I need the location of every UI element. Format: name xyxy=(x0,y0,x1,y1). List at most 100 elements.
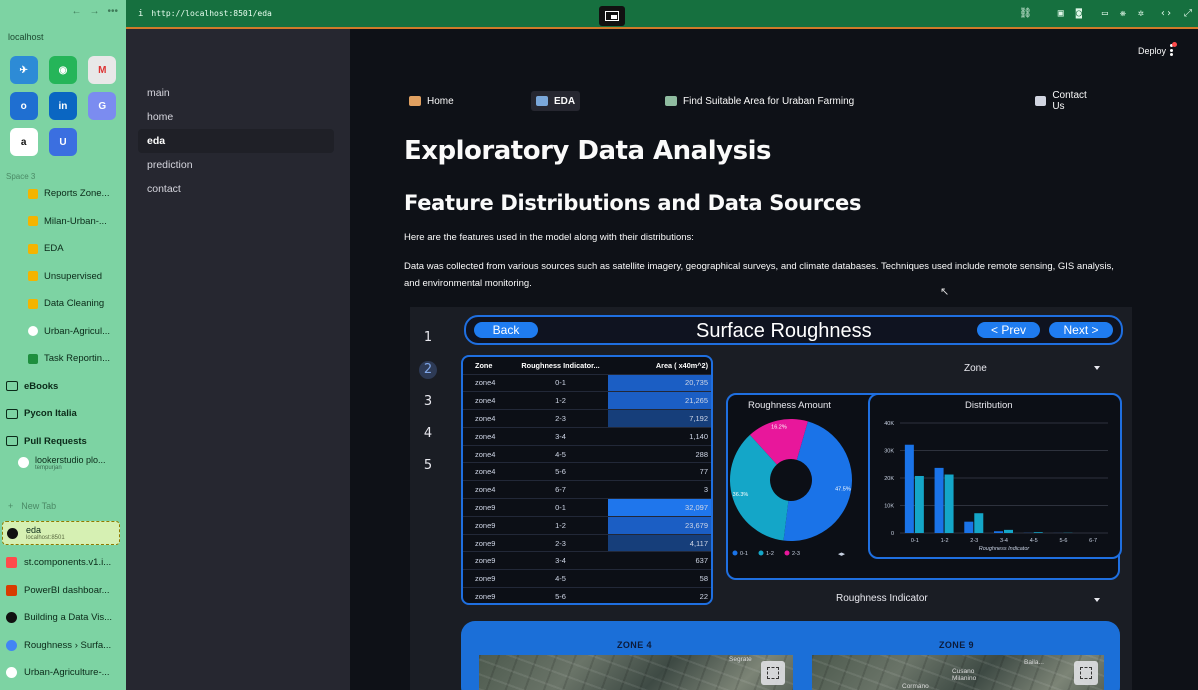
capture-icon[interactable]: ▣ xyxy=(1058,8,1064,19)
pinned-tab[interactable]: Unsupervised xyxy=(0,263,126,291)
bar-2-3-series-1[interactable] xyxy=(974,513,984,533)
nav-item-home[interactable]: home xyxy=(138,105,334,129)
column-header[interactable]: Roughness Indicator... xyxy=(513,357,608,374)
link-icon[interactable]: ⛓ xyxy=(1019,8,1032,19)
back-button[interactable]: Back xyxy=(474,322,538,338)
extension-icon[interactable]: ❋ xyxy=(1120,8,1126,19)
bar-1-2-series-1[interactable] xyxy=(944,474,954,533)
topnav-contact[interactable]: Contact Us xyxy=(1030,90,1104,112)
main-menu-icon[interactable] xyxy=(1170,42,1177,56)
zone-9-map[interactable]: Baila... Cusano Milanino Cormano xyxy=(812,655,1104,690)
topnav-home[interactable]: Home xyxy=(404,91,459,111)
nav-item-prediction[interactable]: prediction xyxy=(138,153,334,177)
topnav-eda[interactable]: EDA xyxy=(531,91,581,111)
table-row[interactable]: zone9 0-1 32,097 xyxy=(463,498,711,517)
browser-tab[interactable]: PowerBI dashboar... xyxy=(0,577,126,605)
table-row[interactable]: zone9 4-5 58 xyxy=(463,569,711,588)
table-row[interactable]: zone4 4-5 288 xyxy=(463,444,711,463)
active-tab-eda[interactable]: eda localhost:8501 xyxy=(2,521,120,545)
bar-0-1-series-0[interactable] xyxy=(904,444,914,533)
translate-icon[interactable]: G xyxy=(88,92,117,120)
info-icon[interactable]: i xyxy=(138,9,143,19)
sources-text: Data was collected from various sources … xyxy=(404,261,1114,289)
report-page-4[interactable]: 4 xyxy=(419,425,437,443)
folder-pycon[interactable]: Pycon Italia xyxy=(0,400,126,428)
picture-in-picture-icon[interactable] xyxy=(599,6,625,26)
table-row[interactable]: zone4 1-2 21,265 xyxy=(463,391,711,410)
outlook-icon[interactable]: o xyxy=(9,92,38,120)
next-button[interactable]: Next > xyxy=(1049,322,1113,338)
bar-1-2-series-0[interactable] xyxy=(934,467,944,533)
nav-item-contact[interactable]: contact xyxy=(138,177,334,201)
table-row[interactable]: zone4 6-7 3 xyxy=(463,480,711,499)
table-cell-area: 3 xyxy=(608,480,711,499)
report-page-5[interactable]: 5 xyxy=(419,457,437,475)
pinned-tab[interactable]: Reports Zone... xyxy=(0,180,126,208)
pinned-tab[interactable]: Urban-Agricul... xyxy=(0,318,126,346)
new-tab-button[interactable]: + New Tab xyxy=(0,495,126,517)
nav-item-main[interactable]: main xyxy=(138,81,334,105)
bar-3-4-series-0[interactable] xyxy=(994,531,1003,533)
report-page-2[interactable]: 2 xyxy=(419,361,437,379)
trello-icon[interactable]: U xyxy=(48,128,77,156)
table-row[interactable]: zone9 5-6 22 xyxy=(463,587,711,603)
browser-tab[interactable]: st.components.v1.i... xyxy=(0,549,126,577)
whatsapp-icon[interactable]: ◉ xyxy=(48,56,77,84)
nav-item-eda[interactable]: eda xyxy=(138,129,334,153)
amazon-icon[interactable]: a xyxy=(9,128,38,156)
pinned-tab[interactable]: Task Reportin... xyxy=(0,345,126,373)
zone-4-map[interactable]: Segrate xyxy=(479,655,793,690)
pinned-tab[interactable]: EDA xyxy=(0,235,126,263)
table-cell-ri: 5-6 xyxy=(513,462,608,481)
telegram-icon[interactable]: ✈ xyxy=(9,56,38,84)
prev-button[interactable]: < Prev xyxy=(977,322,1040,338)
table-row[interactable]: zone9 1-2 23,679 xyxy=(463,515,711,535)
back-arrow-icon[interactable]: ← xyxy=(71,6,81,17)
table-row[interactable]: zone9 3-4 637 xyxy=(463,551,711,570)
table-row[interactable]: zone4 5-6 77 xyxy=(463,462,711,481)
camera-icon[interactable]: ◙ xyxy=(1076,8,1082,19)
table-cell-area: 32,097 xyxy=(608,498,711,517)
table-cell-ri: 5-6 xyxy=(513,587,608,603)
focus-mode-icon[interactable] xyxy=(761,661,785,685)
bar-3-4-series-1[interactable] xyxy=(1004,529,1013,533)
settings-icon[interactable]: ✲ xyxy=(1138,8,1144,19)
folder-ebooks[interactable]: eBooks xyxy=(0,373,126,401)
sidebar-toggle-icon[interactable]: ▭ xyxy=(1102,8,1108,19)
more-icon[interactable]: ••• xyxy=(107,6,118,17)
pull-request-item[interactable]: lookerstudio plo... tempurjan xyxy=(0,455,126,485)
forward-arrow-icon[interactable]: → xyxy=(89,6,99,17)
bar-0-1-series-1[interactable] xyxy=(914,475,924,533)
pinned-tab[interactable]: Milan-Urban-... xyxy=(0,208,126,236)
table-row[interactable]: zone9 2-3 4,117 xyxy=(463,533,711,552)
streamlit-icon xyxy=(7,527,18,539)
browser-tab[interactable]: Roughness › Surfa... xyxy=(0,632,126,660)
gmail-icon[interactable]: M xyxy=(88,56,117,84)
developer-icon[interactable]: ‹› xyxy=(1160,8,1172,19)
table-row[interactable]: zone4 2-3 7,192 xyxy=(463,409,711,428)
browser-tab[interactable]: Urban-Agriculture-... xyxy=(0,659,126,687)
drive-icon xyxy=(28,243,38,254)
x-tick-label: 2-3 xyxy=(970,538,978,544)
expand-icon[interactable]: ⤢ xyxy=(1184,8,1192,19)
table-row[interactable]: zone4 3-4 1,140 xyxy=(463,426,711,446)
report-page-1[interactable]: 1 xyxy=(419,329,437,347)
browser-tab[interactable]: Building a Data Vis... xyxy=(0,604,126,632)
focus-mode-icon[interactable] xyxy=(1074,661,1098,685)
zone-slicer[interactable]: Zone xyxy=(728,357,1122,379)
topnav-find-area[interactable]: Find Suitable Area for Uraban Farming xyxy=(660,91,859,111)
linkedin-icon[interactable]: in xyxy=(48,92,77,120)
url-text[interactable]: http://localhost:8501/eda xyxy=(151,9,271,18)
column-header[interactable]: Zone xyxy=(463,357,513,374)
roughness-indicator-slicer[interactable]: Roughness Indicator xyxy=(728,590,1122,610)
column-header[interactable]: Area ( x40m^2) xyxy=(608,357,711,374)
table-row[interactable]: zone4 0-1 20,735 xyxy=(463,373,711,392)
deploy-button[interactable]: Deploy xyxy=(1138,46,1166,56)
report-page-3[interactable]: 3 xyxy=(419,393,437,411)
bar-2-3-series-0[interactable] xyxy=(964,521,974,533)
pinned-tab[interactable]: Data Cleaning xyxy=(0,290,126,318)
bar-chart: 0 10K 20K 30K 40K 0-1 1-2 2-3 3-4 4-5 5-6 6-7 Roughn… xyxy=(884,421,1108,552)
bar-4-5-series-1[interactable] xyxy=(1033,532,1043,533)
folder-pull-requests[interactable]: Pull Requests xyxy=(0,428,126,456)
legend-pager-icon[interactable]: ◂▸ xyxy=(838,551,846,558)
